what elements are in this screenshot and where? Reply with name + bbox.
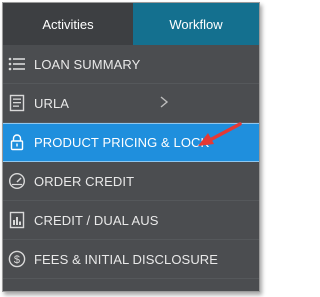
tab-bar: Activities Workflow bbox=[3, 3, 259, 45]
svg-text:$: $ bbox=[14, 254, 20, 266]
menu-item-label: PRODUCT PRICING & LOCK bbox=[34, 135, 210, 150]
menu-item-label: FEES & INITIAL DISCLOSURE bbox=[34, 251, 219, 267]
tab-activities[interactable]: Activities bbox=[3, 3, 133, 45]
document-icon bbox=[8, 94, 26, 112]
menu-item-loan-summary[interactable]: LOAN SUMMARY bbox=[3, 45, 259, 84]
menu-item-order-credit[interactable]: ORDER CREDIT bbox=[3, 162, 259, 201]
menu-item-product-pricing-lock[interactable]: PRODUCT PRICING & LOCK bbox=[3, 123, 259, 162]
menu-item-label: URLA bbox=[34, 95, 70, 111]
dollar-icon: $ bbox=[8, 250, 26, 268]
workflow-panel: Activities Workflow LOAN SUMMARY URLA PR… bbox=[2, 2, 260, 292]
workflow-menu: LOAN SUMMARY URLA PRODUCT PRICING & LOCK… bbox=[3, 45, 259, 279]
menu-item-label: LOAN SUMMARY bbox=[34, 56, 141, 72]
menu-item-label: ORDER CREDIT bbox=[34, 173, 135, 189]
list-icon bbox=[8, 55, 26, 73]
tab-activities-label: Activities bbox=[42, 16, 94, 32]
bar-chart-icon bbox=[8, 211, 26, 229]
lock-icon bbox=[8, 134, 26, 152]
menu-item-label: CREDIT / DUAL AUS bbox=[34, 212, 159, 228]
menu-item-urla[interactable]: URLA bbox=[3, 84, 259, 123]
chevron-right-icon bbox=[160, 96, 169, 108]
gauge-icon bbox=[8, 172, 26, 190]
menu-item-credit-dual-aus[interactable]: CREDIT / DUAL AUS bbox=[3, 201, 259, 240]
tab-workflow-label: Workflow bbox=[169, 16, 223, 32]
tab-workflow[interactable]: Workflow bbox=[132, 3, 259, 45]
menu-item-fees-initial-disclosure[interactable]: $ FEES & INITIAL DISCLOSURE bbox=[3, 240, 259, 279]
